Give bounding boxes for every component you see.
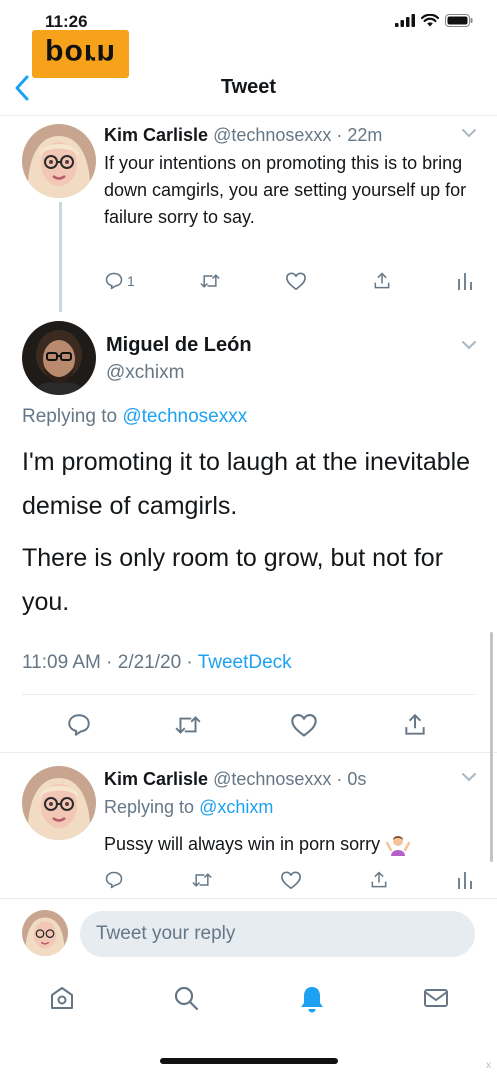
chevron-down-icon[interactable] <box>461 772 477 782</box>
replying-to-link[interactable]: @technosexxx <box>122 406 247 427</box>
author-handle[interactable]: @technosexxx <box>213 125 331 145</box>
share-button[interactable] <box>369 870 389 890</box>
reply-input[interactable]: Tweet your reply <box>80 911 475 957</box>
share-button[interactable] <box>372 271 392 291</box>
replying-to: Replying to @technosexxx <box>22 406 247 428</box>
replying-to-link[interactable]: @xchixm <box>199 797 273 817</box>
tweet-timestamp: 11:09 AM · 2/21/20 · <box>22 652 193 673</box>
like-button[interactable] <box>280 870 302 890</box>
author-name[interactable]: Miguel de León <box>106 334 252 357</box>
reply-icon <box>105 272 123 290</box>
reply-count: 1 <box>127 273 135 289</box>
tweet-time: · 0s <box>336 769 367 789</box>
tweet-header: Kim Carlisle @technosexxx · 0s <box>104 768 474 790</box>
home-icon[interactable] <box>48 984 76 1012</box>
chevron-down-icon[interactable] <box>461 340 477 350</box>
tweet-time: · 22m <box>336 125 383 145</box>
author-name[interactable]: Kim Carlisle <box>104 125 208 145</box>
tab-bar <box>0 968 497 1038</box>
avatar-kim[interactable] <box>22 766 96 840</box>
author-name[interactable]: Kim Carlisle <box>104 769 208 789</box>
share-icon <box>374 272 390 289</box>
replying-to-label: Replying to <box>104 797 195 817</box>
battery-icon <box>445 14 473 27</box>
nav-header: Tweet <box>0 60 497 116</box>
page-title: Tweet <box>220 76 277 98</box>
tweet-text: Pussy will always win in porn sorry <box>104 834 381 854</box>
retweet-icon[interactable] <box>174 712 202 738</box>
tweet-meta: 11:09 AM · 2/21/20 · TweetDeck <box>22 652 292 674</box>
share-icon <box>371 871 387 888</box>
avatar-miguel[interactable] <box>22 321 96 395</box>
close-mark: x <box>486 1060 491 1071</box>
thread-connector-line <box>59 202 62 312</box>
tweet-actions: 1 <box>104 271 474 291</box>
avatar-current-user[interactable] <box>22 910 68 956</box>
author-handle[interactable]: @xchixm <box>106 362 184 384</box>
reply-button[interactable]: 1 <box>104 271 135 291</box>
like-button[interactable] <box>285 271 307 291</box>
replying-to-label: Replying to <box>22 406 118 427</box>
tweet-text-paragraph: I'm promoting it to laugh at the inevita… <box>22 448 471 520</box>
person-shrugging-emoji-icon <box>386 836 411 856</box>
reply-icon <box>105 871 123 889</box>
tweet-source-link[interactable]: TweetDeck <box>198 652 292 673</box>
home-indicator[interactable] <box>160 1058 338 1064</box>
analytics-button[interactable] <box>456 271 474 291</box>
cellular-signal-icon <box>395 14 415 27</box>
reply-icon[interactable] <box>66 712 92 738</box>
heart-icon[interactable] <box>290 712 318 738</box>
scrollbar[interactable] <box>490 632 493 862</box>
analytics-icon <box>458 273 472 290</box>
share-icon[interactable] <box>402 712 428 738</box>
replying-to: Replying to @xchixm <box>104 797 273 818</box>
chevron-down-icon[interactable] <box>461 128 477 138</box>
tweet-text-row: Pussy will always win in porn sorry <box>104 832 474 856</box>
heart-icon <box>286 272 307 290</box>
divider <box>22 694 475 695</box>
heart-icon <box>281 871 301 889</box>
avatar-kim[interactable] <box>22 124 96 198</box>
tweet-header: Kim Carlisle @technosexxx · 22m <box>104 124 474 146</box>
reply-button[interactable] <box>104 870 124 890</box>
status-icons <box>395 14 473 27</box>
wifi-icon <box>421 14 439 27</box>
tweet-text: If your intentions on promoting this is … <box>104 153 467 227</box>
author-handle[interactable]: @technosexxx <box>213 769 331 789</box>
messages-icon[interactable] <box>422 984 450 1012</box>
notifications-icon[interactable] <box>298 984 326 1014</box>
retweet-button[interactable] <box>191 870 213 890</box>
retweet-icon <box>192 873 212 887</box>
compose-bar: Tweet your reply <box>0 898 497 968</box>
main-tweet-actions <box>22 708 475 744</box>
analytics-icon <box>458 872 472 889</box>
retweet-icon <box>200 274 220 288</box>
status-time: 11:26 <box>45 12 88 31</box>
tweet-actions <box>104 870 474 890</box>
tweet-text-paragraph: There is only room to grow, but not for … <box>22 544 444 616</box>
analytics-button[interactable] <box>456 870 474 890</box>
retweet-button[interactable] <box>199 271 221 291</box>
search-icon[interactable] <box>172 984 200 1012</box>
divider <box>0 752 497 753</box>
